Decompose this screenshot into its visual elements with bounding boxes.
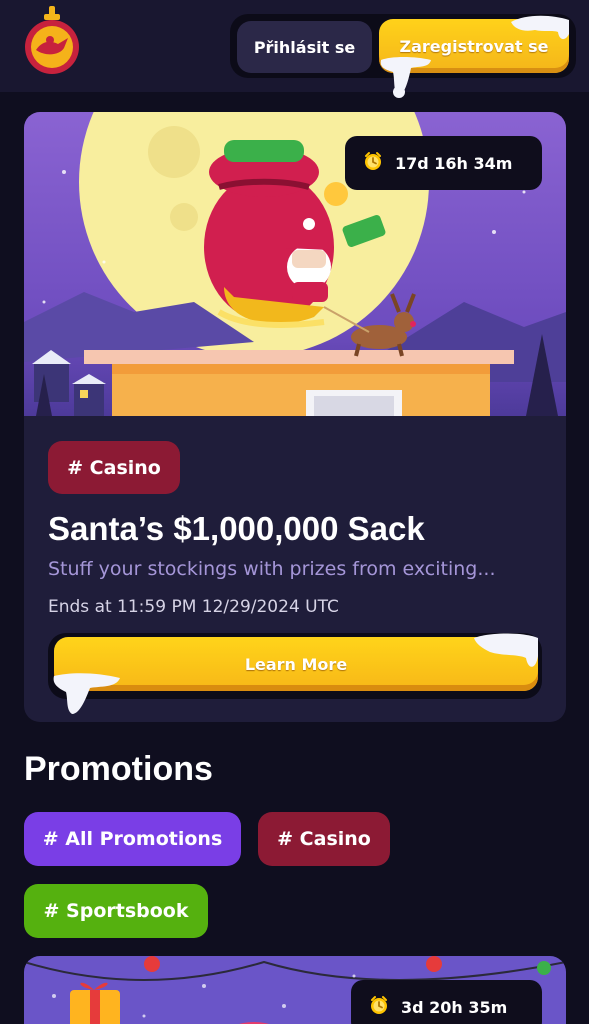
countdown-text: 17d 16h 34m (395, 153, 513, 173)
countdown-timer: 17d 16h 34m (345, 136, 542, 190)
logo-icon[interactable] (22, 6, 82, 76)
register-button[interactable]: Zaregistrovat se (379, 19, 569, 73)
filter-all-promotions[interactable]: # All Promotions (24, 812, 241, 866)
countdown-timer: 3d 20h 35m (351, 980, 542, 1024)
filter-sportsbook[interactable]: # Sportsbook (24, 884, 208, 938)
promotion-title: Santa’s $1,000,000 Sack (48, 510, 425, 547)
promotion-end-date: Ends at 11:59 PM 12/29/2024 UTC (48, 597, 339, 617)
promotion-subtitle: Stuff your stockings with prizes from ex… (48, 558, 496, 580)
clock-icon (369, 995, 389, 1019)
featured-promotion-card[interactable]: # Casino Santa’s $1,000,000 Sack Stuff y… (24, 112, 566, 722)
filter-casino[interactable]: # Casino (258, 812, 390, 866)
promotions-heading: Promotions (24, 750, 213, 788)
learn-more-button[interactable]: Learn More (54, 637, 538, 691)
countdown-text: 3d 20h 35m (401, 997, 508, 1017)
category-tag-casino[interactable]: # Casino (48, 441, 180, 494)
login-button[interactable]: Přihlásit se (237, 21, 372, 73)
clock-icon (363, 151, 383, 175)
